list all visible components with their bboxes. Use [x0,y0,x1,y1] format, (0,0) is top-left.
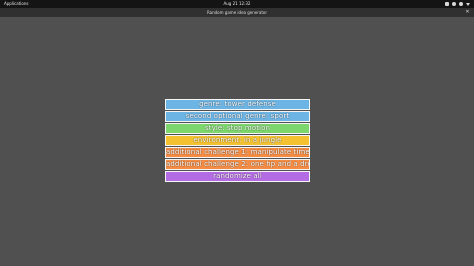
second-genre-button[interactable]: second optional genre: sport [165,111,310,122]
volume-icon[interactable] [452,2,456,6]
randomize-all-button[interactable]: randomize all [165,171,310,182]
system-tray[interactable] [445,0,470,8]
clock[interactable]: Aug 21 12:32 [0,0,474,8]
idea-button-panel: genre: tower defense second optional gen… [165,99,310,183]
style-button[interactable]: style: stop motion [165,123,310,134]
window-title: Random game idea generator [206,10,268,15]
desktop-screen: Applications Aug 21 12:32 Random game id… [0,0,474,266]
power-icon[interactable] [459,2,463,6]
window-title-bar[interactable]: Random game idea generator ✕ [0,8,474,17]
genre-button[interactable]: genre: tower defense [165,99,310,110]
menu-chevron-icon[interactable] [466,2,470,6]
system-top-bar: Applications Aug 21 12:32 [0,0,474,8]
challenge-1-button[interactable]: additional challenge 1: manipulate time [165,147,310,158]
environment-button[interactable]: environment: in a jungle [165,135,310,146]
network-icon[interactable] [445,2,449,6]
challenge-2-button[interactable]: additional challenge 2: one hp and a dre… [165,159,310,170]
close-icon[interactable]: ✕ [465,10,470,15]
